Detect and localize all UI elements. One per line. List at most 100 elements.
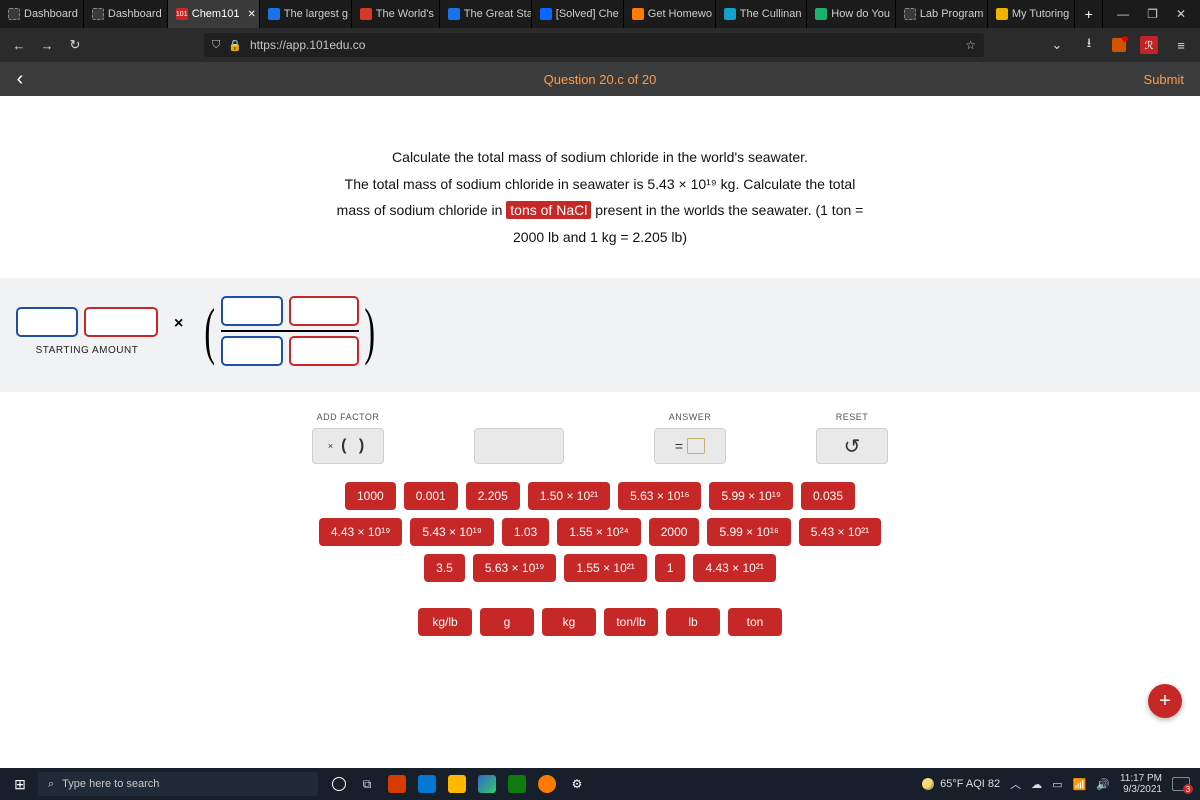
tab-homework[interactable]: Get Homewo xyxy=(624,0,716,28)
taskview-icon[interactable]: ⧉ xyxy=(358,775,376,793)
favicon-lab-icon xyxy=(904,8,916,20)
nav-back-button[interactable]: ← xyxy=(10,38,28,53)
denominator-value-slot[interactable] xyxy=(221,336,283,366)
question-counter: Question 20.c of 20 xyxy=(544,72,657,87)
chip-599e16[interactable]: 5.99 × 10¹⁶ xyxy=(707,518,790,546)
chip-150e21[interactable]: 1.50 × 10²¹ xyxy=(528,482,610,510)
overflow-menu-icon[interactable]: ≡ xyxy=(1172,36,1190,54)
mail-icon[interactable] xyxy=(418,775,436,793)
window-maximize-button[interactable]: ❐ xyxy=(1147,7,1158,21)
downloads-icon[interactable]: ⭳ xyxy=(1080,36,1098,54)
app-back-button[interactable]: ‹ xyxy=(0,68,40,91)
question-panel: Calculate the total mass of sodium chlor… xyxy=(0,96,1200,278)
chip-ton[interactable]: ton xyxy=(728,608,782,636)
chip-103[interactable]: 1.03 xyxy=(502,518,549,546)
chip-0001[interactable]: 0.001 xyxy=(404,482,458,510)
taskbar-clock[interactable]: 11:17 PM 9/3/2021 xyxy=(1120,773,1162,795)
chip-2205[interactable]: 2.205 xyxy=(466,482,520,510)
tab-tutoring[interactable]: My Tutoring xyxy=(988,0,1075,28)
explorer-icon[interactable] xyxy=(448,775,466,793)
num-row-2: 4.43 × 10¹⁹ 5.43 × 10¹⁹ 1.03 1.55 × 10²⁴… xyxy=(319,518,881,546)
add-factor-button[interactable]: ×( ) xyxy=(312,428,384,464)
chip-g[interactable]: g xyxy=(480,608,534,636)
chip-443e19[interactable]: 4.43 × 10¹⁹ xyxy=(319,518,403,546)
favicon-generic-icon xyxy=(92,8,104,20)
chip-1000[interactable]: 1000 xyxy=(345,482,396,510)
question-line1: Calculate the total mass of sodium chlor… xyxy=(250,144,950,171)
tab-solved[interactable]: [Solved] Che xyxy=(532,0,624,28)
tray-volume-icon[interactable]: 🔊 xyxy=(1096,778,1110,791)
chip-kglb[interactable]: kg/lb xyxy=(418,608,472,636)
edge-icon[interactable] xyxy=(478,775,496,793)
url-bar[interactable]: ⛉ 🔒 https://app.101edu.co ☆ xyxy=(204,33,984,57)
tray-battery-icon[interactable]: ▭ xyxy=(1052,778,1062,791)
start-button[interactable]: ⊞ xyxy=(6,776,34,793)
multiply-icon: × xyxy=(172,315,185,347)
fraction-bar xyxy=(221,330,359,332)
tab-cullinan[interactable]: The Cullinan xyxy=(716,0,807,28)
chip-155e24[interactable]: 1.55 × 10²⁴ xyxy=(557,518,641,546)
bookmark-star-icon[interactable]: ☆ xyxy=(965,38,976,52)
chip-1[interactable]: 1 xyxy=(655,554,686,582)
weather-widget[interactable]: 65°F AQI 82 xyxy=(922,778,1000,790)
tab-close-icon[interactable]: ✕ xyxy=(247,9,255,20)
tab-greatsta[interactable]: The Great Sta xyxy=(440,0,532,28)
chip-155e21[interactable]: 1.55 × 10²¹ xyxy=(564,554,646,582)
chip-kg[interactable]: kg xyxy=(542,608,596,636)
chip-lb[interactable]: lb xyxy=(666,608,720,636)
chip-35[interactable]: 3.5 xyxy=(424,554,465,582)
chip-443e21[interactable]: 4.43 × 10²¹ xyxy=(693,554,775,582)
chip-2000[interactable]: 2000 xyxy=(649,518,700,546)
cortana-icon[interactable] xyxy=(332,777,346,791)
window-close-button[interactable]: ✕ xyxy=(1176,7,1186,21)
nav-forward-button[interactable]: → xyxy=(38,38,56,53)
nav-reload-button[interactable]: ↻ xyxy=(66,37,84,53)
action-center-icon[interactable] xyxy=(1172,777,1190,791)
office-icon[interactable] xyxy=(388,775,406,793)
tab-largest[interactable]: The largest g xyxy=(260,0,352,28)
chip-563e19[interactable]: 5.63 × 10¹⁹ xyxy=(473,554,557,582)
tab-howdoyou[interactable]: How do You xyxy=(807,0,896,28)
taskbar-search[interactable]: ⌕ Type here to search xyxy=(38,772,318,796)
chip-543e19[interactable]: 5.43 × 10¹⁹ xyxy=(410,518,494,546)
favicon-g3-icon xyxy=(448,8,460,20)
window-minimize-button[interactable]: — xyxy=(1117,7,1129,21)
tray-onedrive-icon[interactable]: ☁ xyxy=(1031,778,1042,791)
answer-button[interactable]: = xyxy=(654,428,726,464)
firefox-icon[interactable] xyxy=(538,775,556,793)
taskbar-app-icons: ⧉ ⚙ xyxy=(332,775,586,793)
value-chips-area: 1000 0.001 2.205 1.50 × 10²¹ 5.63 × 10¹⁶… xyxy=(0,472,1200,660)
new-tab-button[interactable]: + xyxy=(1075,0,1103,28)
blank-tool-button[interactable] xyxy=(474,428,564,464)
chip-563e16[interactable]: 5.63 × 10¹⁶ xyxy=(618,482,701,510)
settings-gear-icon[interactable]: ⚙ xyxy=(568,775,586,793)
tab-dashboard-2[interactable]: Dashboard xyxy=(84,0,168,28)
search-icon: ⌕ xyxy=(48,778,54,791)
store-icon[interactable] xyxy=(508,775,526,793)
chip-tonlb[interactable]: ton/lb xyxy=(604,608,658,636)
chip-0035[interactable]: 0.035 xyxy=(801,482,855,510)
tray-wifi-icon[interactable]: 📶 xyxy=(1073,778,1087,791)
extension-r-icon[interactable]: ℛ xyxy=(1140,36,1158,54)
chip-543e21[interactable]: 5.43 × 10²¹ xyxy=(799,518,881,546)
tray-chevron-up-icon[interactable]: ︿ xyxy=(1010,776,1021,792)
tab-dashboard-1[interactable]: Dashboard xyxy=(0,0,84,28)
numerator-unit-slot[interactable] xyxy=(289,296,359,326)
question-text: Calculate the total mass of sodium chlor… xyxy=(250,144,950,250)
browser-navbar: ← → ↻ ⛉ 🔒 https://app.101edu.co ☆ ⌄ ⭳ ℛ … xyxy=(0,28,1200,62)
chip-599e19[interactable]: 5.99 × 10¹⁹ xyxy=(709,482,793,510)
starting-unit-slot[interactable] xyxy=(84,307,158,337)
tab-worlds[interactable]: The World's xyxy=(352,0,440,28)
reset-button[interactable]: ↺ xyxy=(816,428,888,464)
denominator-unit-slot[interactable] xyxy=(289,336,359,366)
submit-button[interactable]: Submit xyxy=(1128,62,1200,96)
tab-labprog[interactable]: Lab Program xyxy=(896,0,988,28)
pocket-icon[interactable]: ⌄ xyxy=(1048,36,1066,54)
add-fab-button[interactable]: + xyxy=(1148,684,1182,718)
starting-value-slot[interactable] xyxy=(16,307,78,337)
reset-label: RESET xyxy=(836,412,869,422)
extension-notice-icon[interactable] xyxy=(1112,38,1126,52)
right-paren-icon: ) xyxy=(364,299,375,363)
numerator-value-slot[interactable] xyxy=(221,296,283,326)
tab-chem101[interactable]: 101Chem101✕ xyxy=(168,0,260,28)
